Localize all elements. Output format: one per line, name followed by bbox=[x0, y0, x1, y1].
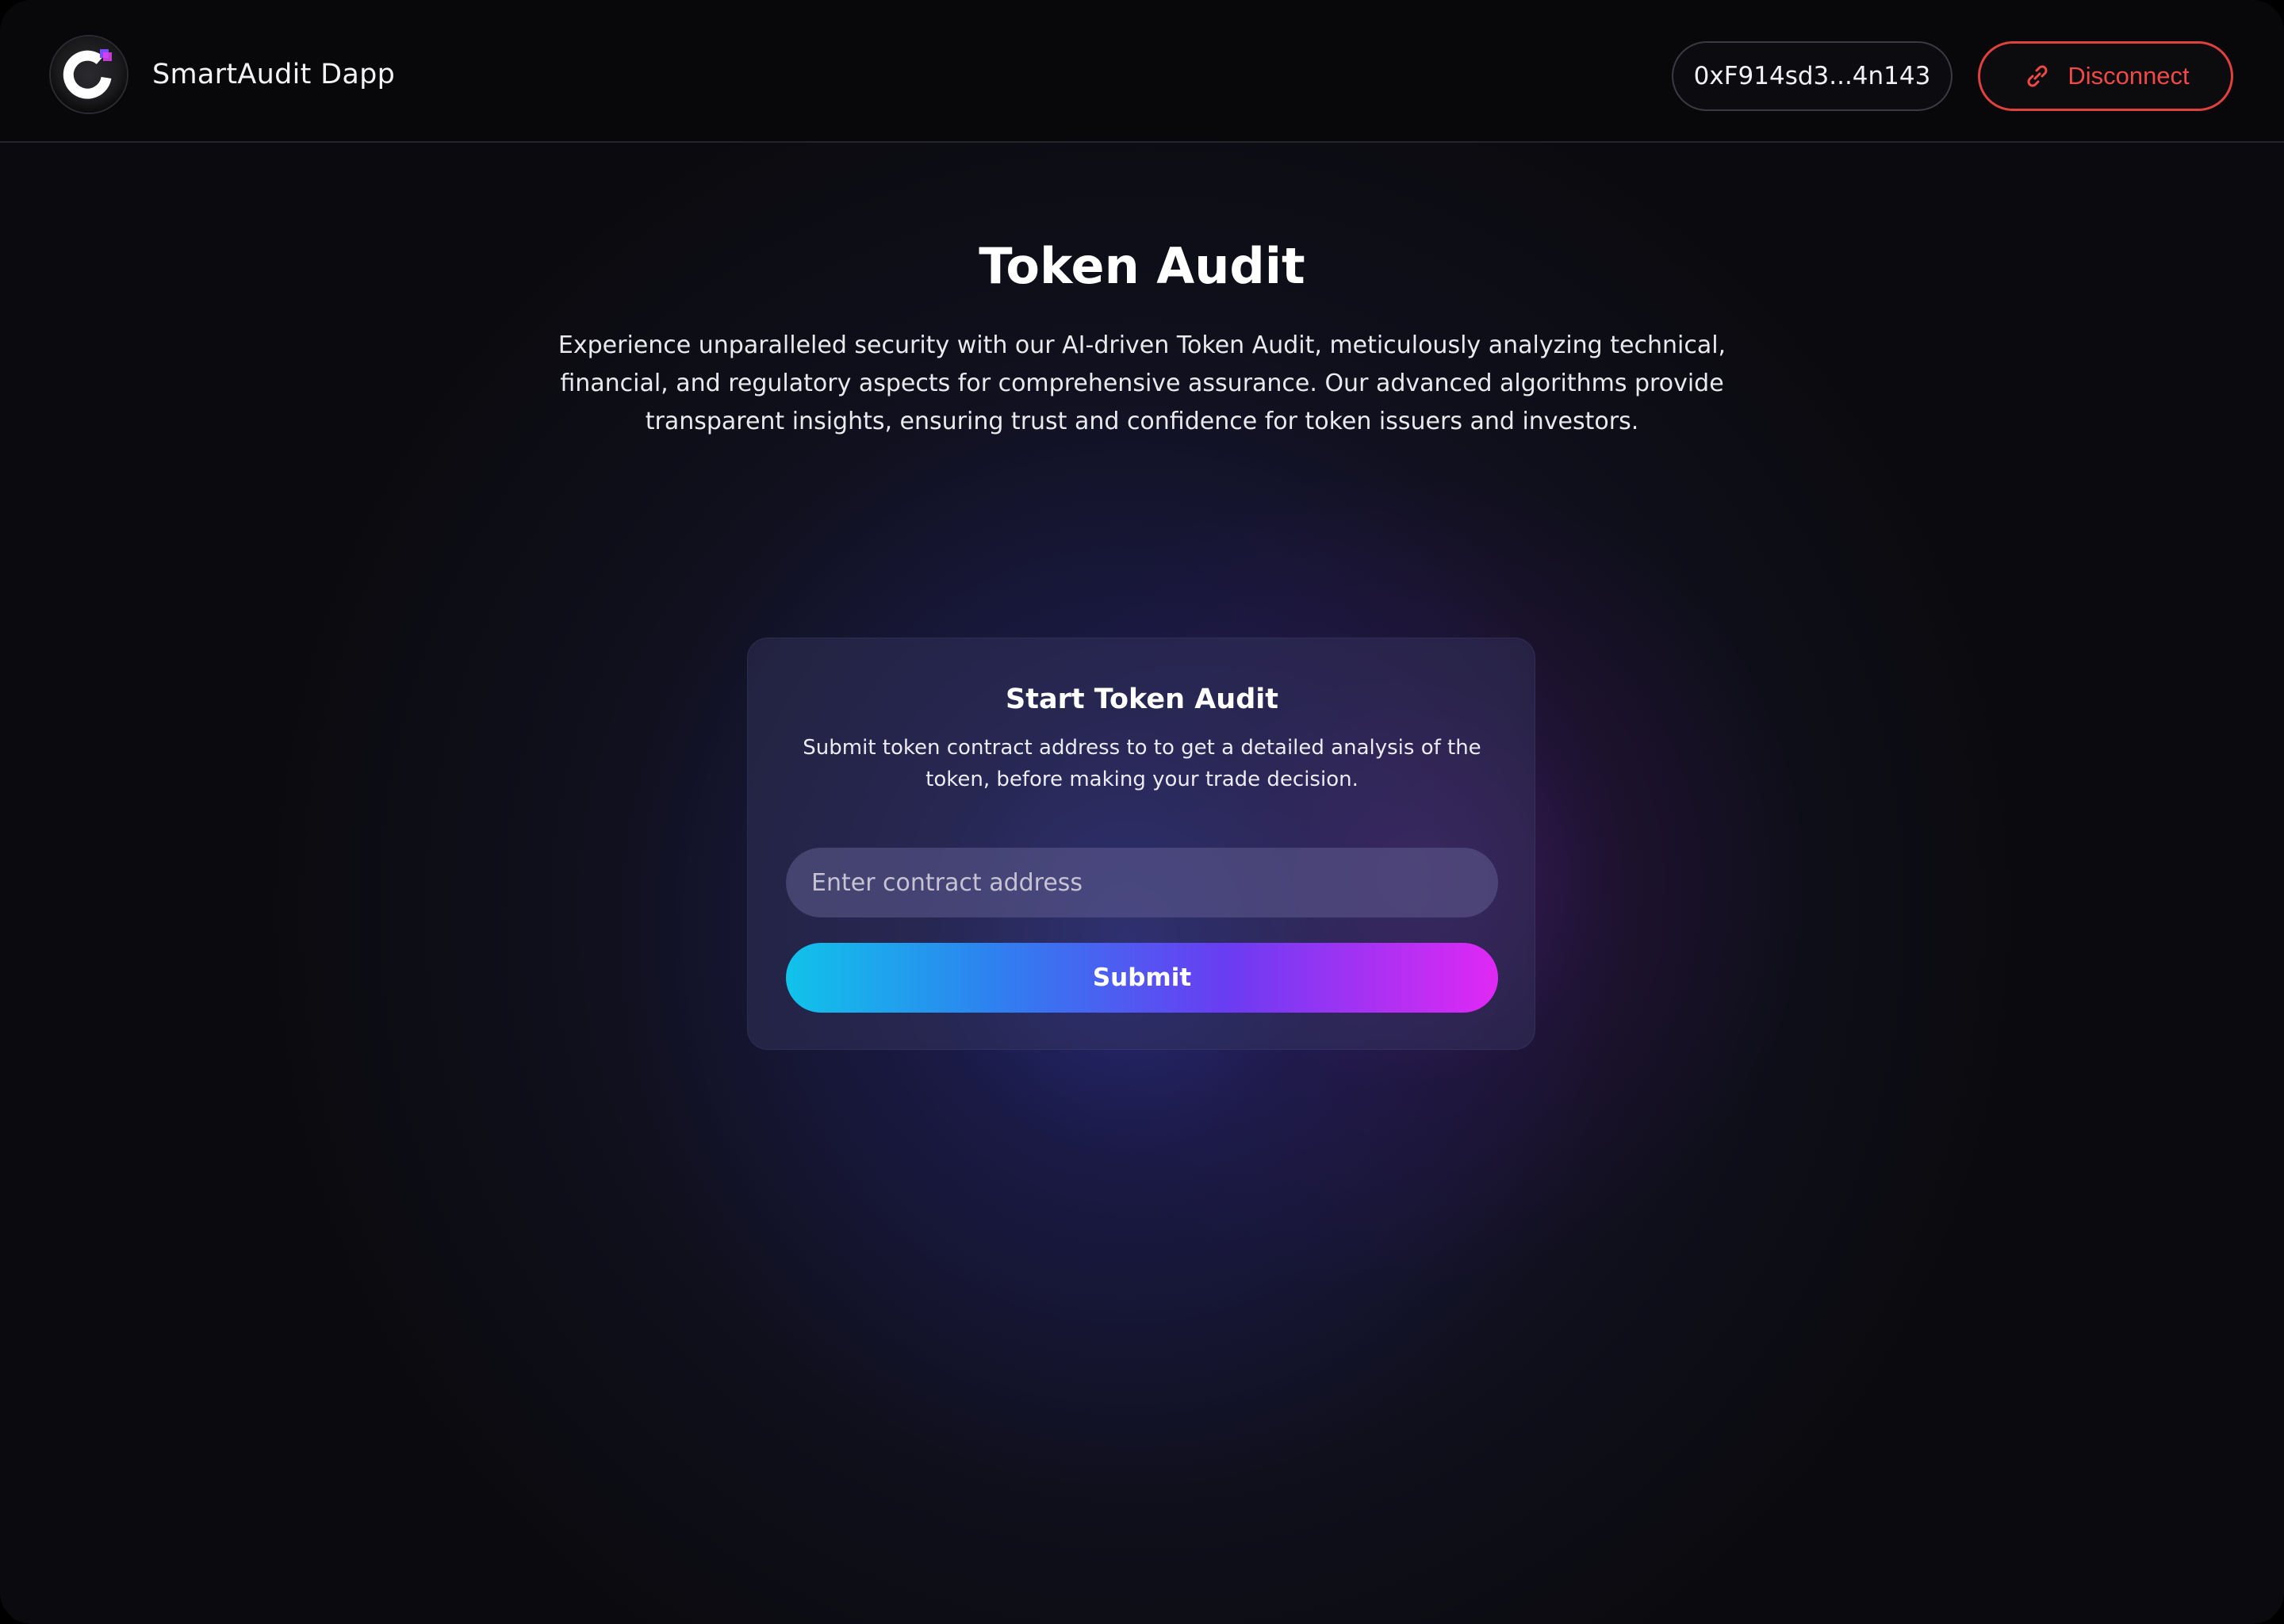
audit-card-description: Submit token contract address to to get … bbox=[803, 736, 1481, 791]
audit-card: Start Token Audit Submit token contract … bbox=[747, 638, 1535, 1050]
top-header: SmartAudit Dapp 0xF914sd3...4n143 Discon… bbox=[0, 0, 2284, 143]
disconnect-button[interactable]: Disconnect bbox=[1978, 41, 2233, 111]
submit-button[interactable]: Submit bbox=[786, 943, 1498, 1013]
disconnect-label: Disconnect bbox=[2067, 62, 2190, 90]
page-title: Token Audit bbox=[979, 237, 1305, 295]
wallet-address-text: 0xF914sd3...4n143 bbox=[1693, 62, 1931, 90]
smartaudit-logo-icon[interactable] bbox=[51, 36, 127, 113]
brand-name: SmartAudit Dapp bbox=[152, 59, 396, 90]
link-icon bbox=[2021, 60, 2053, 92]
page-description: Experience unparalleled security with ou… bbox=[558, 331, 1726, 435]
audit-card-title: Start Token Audit bbox=[1006, 684, 1278, 715]
wallet-address-chip[interactable]: 0xF914sd3...4n143 bbox=[1672, 41, 1953, 111]
app-window: SmartAudit Dapp 0xF914sd3...4n143 Discon… bbox=[0, 0, 2284, 1624]
contract-address-input[interactable] bbox=[786, 848, 1498, 917]
